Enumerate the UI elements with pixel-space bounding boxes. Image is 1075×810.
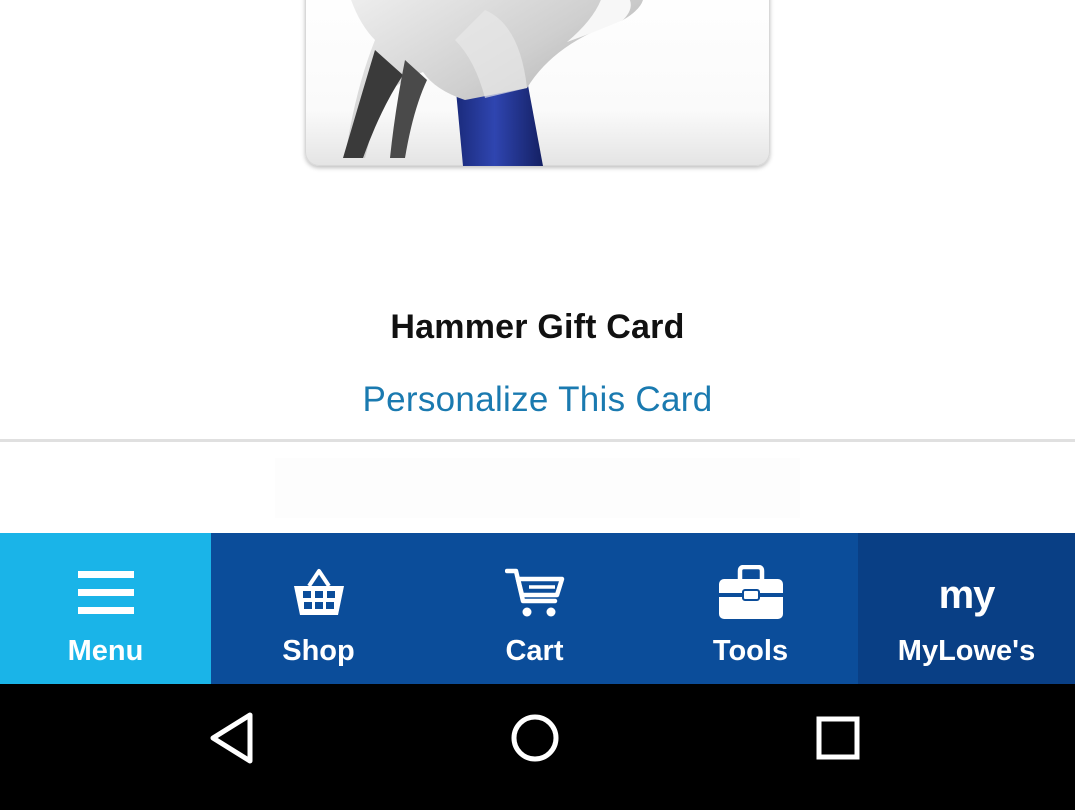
nav-item-tools[interactable]: Tools [643, 533, 858, 684]
home-icon [511, 714, 559, 762]
recents-button[interactable] [806, 706, 870, 770]
divider [0, 439, 1075, 442]
my-glyph: my [938, 573, 996, 617]
placeholder-band [275, 458, 800, 518]
nav-label-tools: Tools [712, 635, 789, 667]
toolbox-icon [718, 563, 784, 623]
home-button[interactable] [503, 706, 567, 770]
nav-label-mylowes: MyLowe's [897, 635, 1036, 667]
nav-item-mylowes[interactable]: my MyLowe's [858, 533, 1075, 684]
personalize-card-link[interactable]: Personalize This Card [0, 380, 1075, 420]
gift-card-image[interactable] [305, 0, 770, 166]
nav-item-shop[interactable]: Shop [211, 533, 426, 684]
nav-label-shop: Shop [282, 635, 355, 667]
recents-icon [816, 716, 860, 760]
screen: Hammer Gift Card Personalize This Card M… [0, 0, 1075, 810]
shopping-basket-icon [292, 563, 346, 623]
nav-label-menu: Menu [67, 635, 144, 667]
my-logo-icon: my [938, 563, 996, 623]
bottom-navigation-bar: Menu Shop Cart Tools my MyLowe's [0, 533, 1075, 684]
hammer-illustration [343, 0, 643, 166]
nav-item-menu[interactable]: Menu [0, 533, 211, 684]
android-system-navigation-bar [0, 684, 1075, 810]
back-icon [210, 712, 253, 764]
nav-item-cart[interactable]: Cart [426, 533, 643, 684]
shopping-cart-icon [504, 563, 565, 623]
product-title: Hammer Gift Card [390, 308, 685, 346]
back-button[interactable] [200, 706, 264, 770]
hamburger-menu-icon [77, 563, 134, 623]
nav-label-cart: Cart [505, 635, 564, 667]
product-detail-area: Hammer Gift Card Personalize This Card [0, 0, 1075, 533]
